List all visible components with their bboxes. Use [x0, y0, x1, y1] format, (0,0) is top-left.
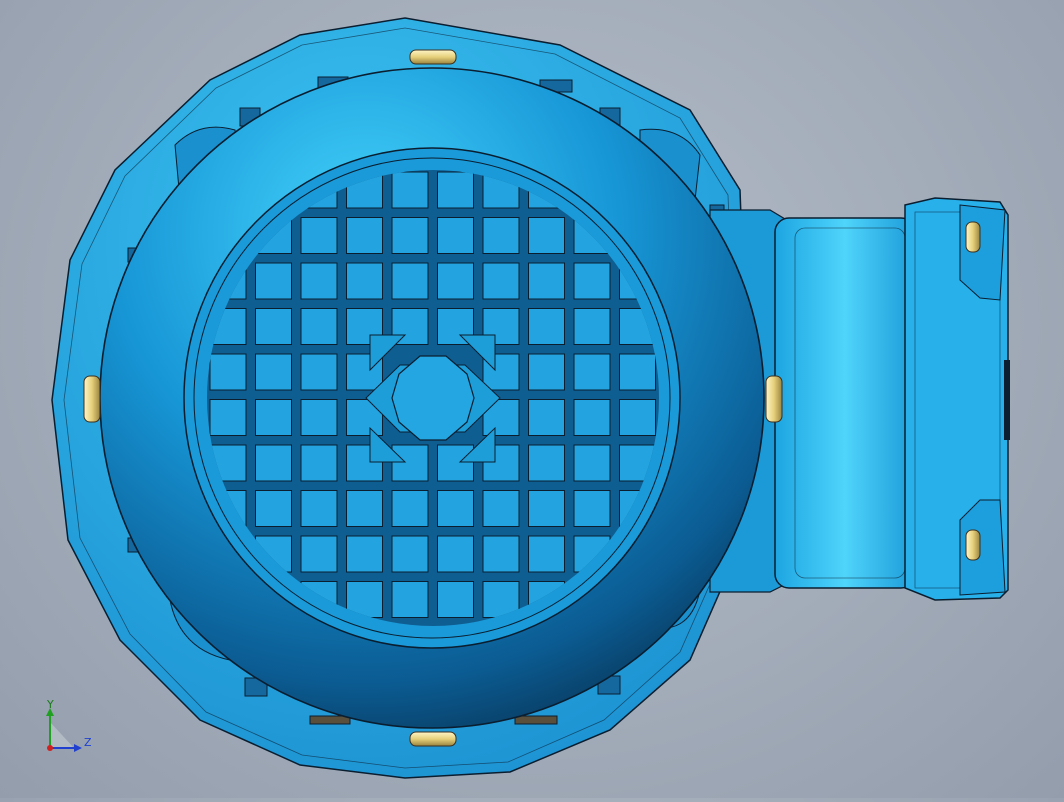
- grill-cell: [619, 399, 656, 436]
- grill-cell: [482, 490, 520, 527]
- grill-cell: [255, 399, 292, 436]
- grill-cell: [209, 399, 247, 436]
- grill-cell: [528, 399, 565, 436]
- screw-icon: [83, 375, 101, 423]
- axis-triad: Y Z: [38, 698, 98, 756]
- grill-cell: [437, 171, 474, 209]
- grill-cell: [300, 490, 338, 527]
- screw-icon: [409, 731, 457, 747]
- grill-cell: [528, 535, 565, 573]
- grill-cell: [437, 444, 474, 482]
- grill-cell: [300, 444, 338, 482]
- grill-cell: [391, 171, 429, 209]
- cad-viewport[interactable]: [0, 0, 1064, 798]
- grill-cell: [573, 444, 611, 482]
- grill-cell: [528, 262, 565, 300]
- grill-cell: [482, 535, 520, 573]
- grill-cell: [300, 262, 338, 300]
- grill-cell: [573, 353, 611, 391]
- grill-cell: [255, 490, 292, 527]
- grill-cell: [528, 308, 565, 345]
- grill-cell: [391, 581, 429, 618]
- grill-cell: [437, 217, 474, 254]
- x-axis-dot: [47, 745, 53, 751]
- screw-icon: [409, 49, 457, 65]
- grill-cell: [437, 490, 474, 527]
- grill-cell: [619, 353, 656, 391]
- screw-icon: [765, 375, 783, 423]
- grill-cell: [528, 353, 565, 391]
- grill-cell: [437, 581, 474, 618]
- grill-cell: [255, 308, 292, 345]
- grill-cell: [255, 444, 292, 482]
- grill-cell: [300, 353, 338, 391]
- grill-cell: [209, 353, 247, 391]
- grill-cell: [300, 217, 338, 254]
- grill-cell: [346, 535, 383, 573]
- grill-cell: [482, 262, 520, 300]
- grill-cell: [528, 444, 565, 482]
- grill-cell: [300, 535, 338, 573]
- grill-cell: [300, 308, 338, 345]
- grill-cell: [482, 217, 520, 254]
- grill-cell: [573, 399, 611, 436]
- grill-cell: [346, 262, 383, 300]
- grill-cell: [437, 262, 474, 300]
- grill-cell: [391, 262, 429, 300]
- screw-icon: [965, 529, 981, 561]
- grill-cell: [391, 535, 429, 573]
- grill-cell: [391, 217, 429, 254]
- grill-cell: [391, 444, 429, 482]
- grill-cell: [255, 353, 292, 391]
- grill-cell: [255, 262, 292, 300]
- grill-cell: [528, 490, 565, 527]
- grill-cell: [346, 490, 383, 527]
- grill-cell: [300, 399, 338, 436]
- grill-cell: [528, 217, 565, 254]
- grill-cell: [391, 490, 429, 527]
- grill-cell: [437, 535, 474, 573]
- grill-cell: [573, 308, 611, 345]
- grill-cell: [346, 217, 383, 254]
- y-axis-label: Y: [46, 700, 54, 711]
- z-axis-label: Z: [84, 736, 92, 749]
- grill-cell: [573, 262, 611, 300]
- screw-icon: [965, 221, 981, 253]
- grill-cell: [573, 490, 611, 527]
